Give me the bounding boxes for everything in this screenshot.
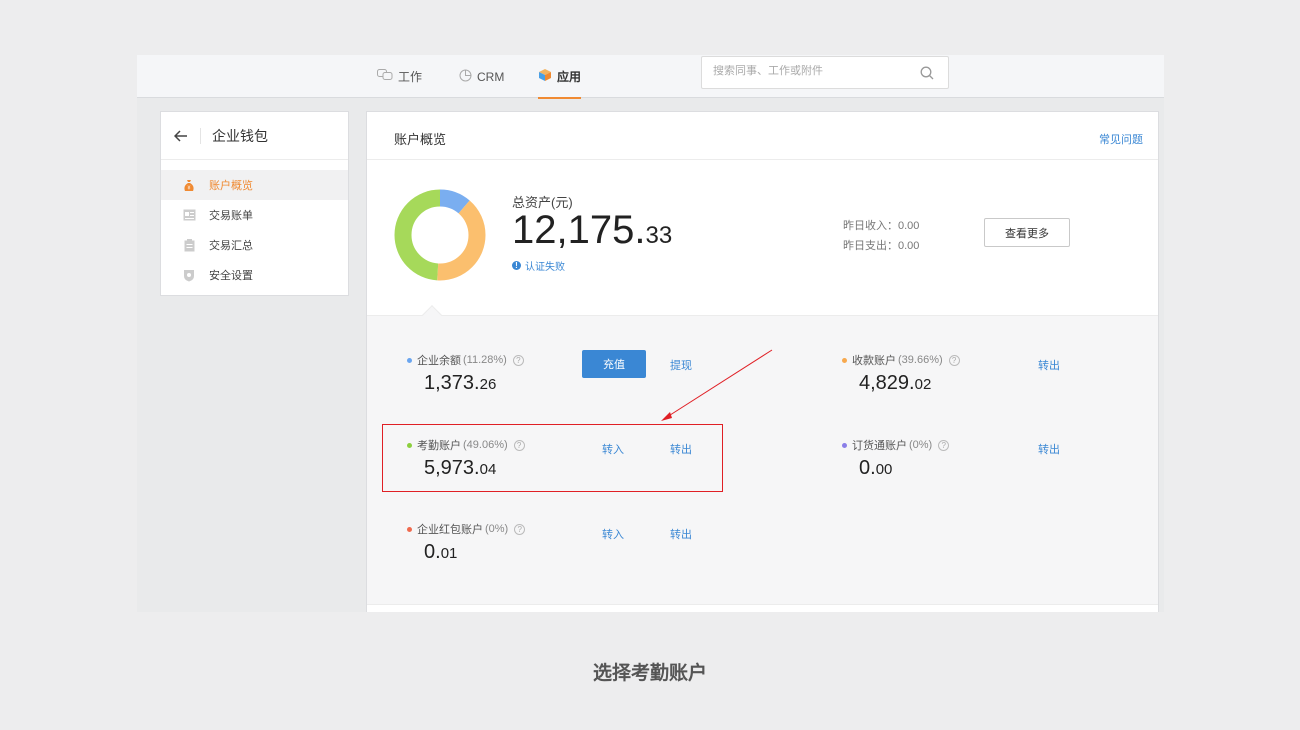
account-name: 企业红包账户 [417,524,483,536]
account-name: 企业余额 [417,355,461,367]
tab-label: CRM [477,69,505,84]
main-panel: 账户概览 常见问题 总资产(元) 12,175.33 ! 认证失败 昨日收入：0… [366,111,1159,612]
receive-transfer-out-link[interactable]: 转出 [1038,357,1060,373]
account-value: 0.01 [424,541,525,564]
value-decimal: 02 [914,376,932,393]
svg-text:¥: ¥ [187,185,190,191]
sidebar-item-summary[interactable]: 交易汇总 [161,230,348,260]
total-assets-value: 12,175.33 [512,208,672,253]
yesterday-income: 昨日收入：0.00 [843,220,920,232]
value-decimal: 26 [479,376,497,393]
help-icon[interactable]: ? [514,523,526,535]
sidebar-item-security[interactable]: 安全设置 [161,260,348,290]
withdraw-link[interactable]: 提现 [670,357,692,373]
tab-work[interactable]: 工作 [377,55,422,98]
help-icon[interactable]: ? [948,354,960,366]
bullet-dot [407,526,412,532]
account-value: 4,829.02 [859,372,960,395]
help-icon[interactable]: ? [512,354,524,366]
bill-icon [182,208,196,222]
account-name: 收款账户 [852,355,896,367]
info-icon: ! [512,261,521,270]
divider [367,604,1158,605]
tab-label: 应用 [557,70,582,84]
value-decimal: 01 [440,545,458,562]
asset-donut-chart [394,189,486,281]
tab-crm[interactable]: CRM [459,55,504,98]
help-icon[interactable]: ? [938,439,950,451]
account-redpacket: 企业红包账户 (0%)? 0.01 [407,521,526,564]
bullet-dot [842,442,847,448]
money-bag-icon: ¥ [182,178,196,192]
yesterday-expense: 昨日支出：0.00 [843,240,920,252]
overview-section: 总资产(元) 12,175.33 ! 认证失败 昨日收入：0.00 昨日支出：0… [367,161,1158,315]
order-transfer-out-link[interactable]: 转出 [1038,441,1060,457]
value-decimal: 00 [875,461,893,478]
account-percent: (0%) [485,523,509,535]
value-integer: 0. [859,457,876,479]
highlight-box [382,424,723,492]
sidebar-header: 企业钱包 [161,112,348,160]
caption: 选择考勤账户 [592,663,707,684]
bullet-dot [407,357,412,363]
top-nav: 工作 CRM 应用 [137,55,1164,99]
sidebar-item-transactions[interactable]: 交易账单 [161,200,348,230]
account-receive: 收款账户 (39.66%)? 4,829.02 [842,352,960,395]
sidebar-item-label: 交易汇总 [209,240,253,252]
account-balance: 企业余额 (11.28%)? 1,373.26 [407,352,524,395]
account-percent: (0%) [909,439,933,451]
sidebar-item-label: 安全设置 [209,270,253,282]
value-integer: 0. [424,541,441,563]
back-arrow-icon[interactable] [161,127,201,144]
shield-icon [182,268,196,282]
sidebar-title: 企业钱包 [212,127,268,144]
main-header: 账户概览 常见问题 [367,112,1158,160]
page-title: 账户概览 [394,132,447,147]
account-percent: (11.28%) [463,354,507,366]
account-percent: (39.66%) [898,354,943,366]
faq-link[interactable]: 常见问题 [1099,131,1143,147]
sidebar-item-label: 交易账单 [209,210,253,222]
total-assets-integer: 12,175. [512,208,646,252]
tab-apps[interactable]: 应用 [538,55,582,99]
app-window: 工作 CRM 应用 企业钱包 [137,55,1164,612]
account-value: 0.00 [859,457,949,480]
summary-icon [182,238,196,252]
value-integer: 1,373. [424,372,480,394]
pie-icon [459,69,472,85]
search-box[interactable] [701,56,949,89]
sidebar-item-overview[interactable]: ¥ 账户概览 [161,170,348,200]
chat-bubbles-icon [377,69,393,84]
total-assets-decimal: 33 [645,222,673,249]
search-icon[interactable] [920,66,934,85]
bullet-dot [842,357,847,363]
auth-status[interactable]: ! 认证失败 [512,258,565,273]
cube-icon [538,68,552,85]
account-order: 订货通账户 (0%)? 0.00 [842,437,950,480]
tab-label: 工作 [398,70,423,84]
search-input[interactable] [713,65,913,77]
value-integer: 4,829. [859,372,915,394]
sidebar: 企业钱包 ¥ 账户概览 交易账单 交易汇总 安全设置 [160,111,349,296]
account-name: 订货通账户 [852,440,907,452]
account-value: 1,373.26 [424,372,524,395]
view-more-button[interactable]: 查看更多 [984,218,1070,247]
redpacket-transfer-in-link[interactable]: 转入 [602,526,624,542]
sidebar-item-label: 账户概览 [209,180,253,192]
auth-status-text: 认证失败 [525,262,565,273]
redpacket-transfer-out-link[interactable]: 转出 [670,526,692,542]
recharge-button[interactable]: 充值 [582,350,646,378]
